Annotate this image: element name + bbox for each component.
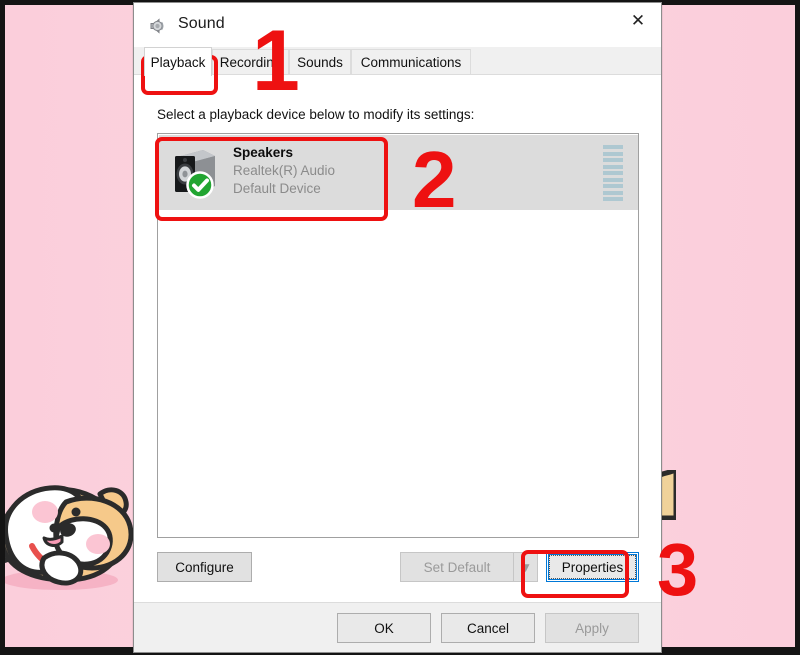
dialog-footer: OK Cancel Apply xyxy=(134,602,661,652)
frame-right xyxy=(795,0,800,655)
tab-sounds[interactable]: Sounds xyxy=(289,49,351,75)
device-status: Default Device xyxy=(233,181,321,196)
volume-meter-icon xyxy=(603,145,623,201)
device-driver: Realtek(R) Audio xyxy=(233,163,336,178)
configure-button[interactable]: Configure xyxy=(157,552,252,582)
tab-bar: Playback Recording Sounds Communications xyxy=(134,47,661,76)
device-name: Speakers xyxy=(233,145,294,160)
apply-button: Apply xyxy=(545,613,639,643)
speaker-icon xyxy=(150,18,164,34)
tab-playback[interactable]: Playback xyxy=(144,47,212,76)
close-icon[interactable]: ✕ xyxy=(615,3,661,37)
set-default-button: Set Default xyxy=(400,552,513,582)
playback-panel: Select a playback device below to modify… xyxy=(134,75,661,603)
chevron-down-icon: ▼ xyxy=(513,552,538,582)
cancel-button[interactable]: Cancel xyxy=(441,613,535,643)
sound-dialog: Sound ✕ Playback Recording Sounds Commun… xyxy=(133,2,662,653)
speaker-box-icon xyxy=(175,150,215,199)
dialog-title: Sound xyxy=(178,15,225,32)
tab-communications[interactable]: Communications xyxy=(351,49,471,75)
tab-recording[interactable]: Recording xyxy=(212,49,289,75)
frame-left xyxy=(0,0,5,655)
shiba-mascot-illustration xyxy=(0,485,134,590)
dialog-titlebar: Sound ✕ xyxy=(134,3,661,47)
playback-device-list[interactable]: Speakers Realtek(R) Audio Default Device xyxy=(157,133,639,538)
ok-button[interactable]: OK xyxy=(337,613,431,643)
device-row-speakers[interactable]: Speakers Realtek(R) Audio Default Device xyxy=(159,135,638,210)
panel-hint-text: Select a playback device below to modify… xyxy=(157,107,475,122)
properties-button[interactable]: Properties xyxy=(546,552,639,582)
